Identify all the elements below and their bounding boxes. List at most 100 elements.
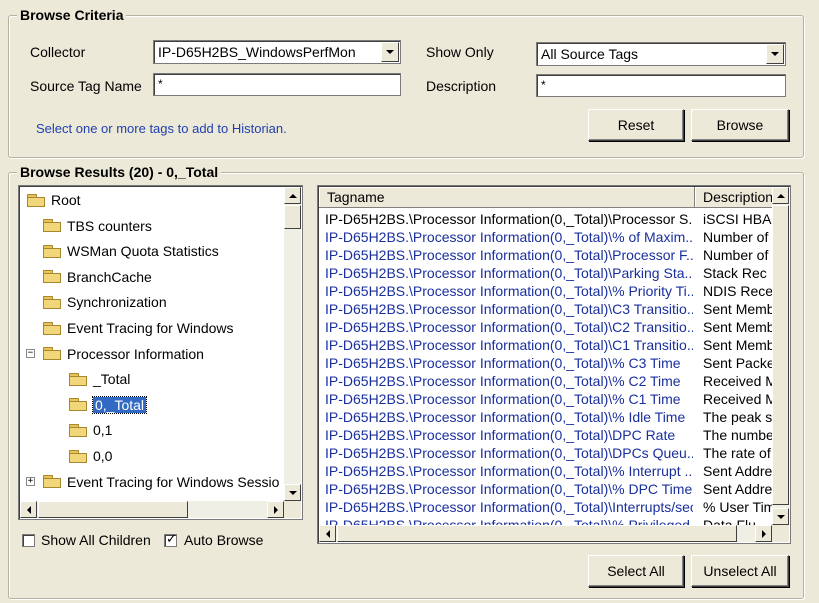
cell-tagname: IP-D65H2BS.\Processor Information(0,_Tot… [325, 247, 693, 263]
description-input[interactable]: * [536, 74, 786, 97]
table-row[interactable]: IP-D65H2BS.\Processor Information(0,_Tot… [319, 282, 773, 300]
cell-description: Number of [703, 247, 769, 263]
folder-icon [43, 270, 61, 284]
folder-icon [69, 398, 87, 412]
table-row[interactable]: IP-D65H2BS.\Processor Information(0,_Tot… [319, 354, 773, 372]
tree-item[interactable]: 0,_Total [69, 394, 148, 416]
grid-scroll-right-button[interactable] [755, 525, 772, 542]
show-all-children-label[interactable]: Show All Children [41, 531, 151, 549]
cell-tagname: IP-D65H2BS.\Processor Information(0,_Tot… [325, 391, 681, 407]
cell-tagname: IP-D65H2BS.\Processor Information(0,_Tot… [325, 445, 693, 461]
table-row[interactable]: IP-D65H2BS.\Processor Information(0,_Tot… [319, 408, 773, 426]
source-tag-name-input[interactable]: * [153, 73, 401, 96]
table-row[interactable]: IP-D65H2BS.\Processor Information(0,_Tot… [319, 264, 773, 282]
table-row[interactable]: IP-D65H2BS.\Processor Information(0,_Tot… [319, 498, 773, 516]
tree-panel[interactable]: Root TBS counters WSMan Quota Statistics Br… [18, 185, 303, 520]
tree-item[interactable]: Synchronization [43, 291, 167, 313]
tree-scroll-down-button[interactable] [284, 484, 301, 501]
tree-item[interactable]: Root [27, 189, 81, 211]
table-row[interactable]: IP-D65H2BS.\Processor Information(0,_Tot… [319, 336, 773, 354]
cell-tagname: IP-D65H2BS.\Processor Information(0,_Tot… [325, 301, 693, 317]
table-row[interactable]: IP-D65H2BS.\Processor Information(0,_Tot… [319, 246, 773, 264]
column-header-tagname[interactable]: Tagname [319, 187, 695, 207]
table-row[interactable]: IP-D65H2BS.\Processor Information(0,_Tot… [319, 480, 773, 498]
cell-description: Sent Addre [703, 481, 773, 497]
tree-scroll-thumb[interactable] [284, 205, 301, 229]
collector-select[interactable]: IP-D65H2BS_WindowsPerfMon [153, 40, 401, 64]
chevron-down-icon [386, 50, 394, 54]
column-header-description-label: Description [703, 189, 774, 205]
cell-description: The numbe [703, 427, 773, 443]
grid-horizontal-scrollbar[interactable] [319, 525, 772, 542]
tree-scroll-right-button[interactable] [267, 501, 284, 518]
collector-dropdown-button[interactable] [381, 42, 399, 62]
folder-icon [69, 449, 87, 463]
tree-scroll-up-button[interactable] [284, 187, 301, 204]
grid-scroll-up-button[interactable] [772, 187, 789, 204]
grid-scroll-thumb[interactable] [772, 205, 789, 505]
folder-icon [27, 193, 45, 207]
grid-scroll-down-button[interactable] [772, 508, 789, 525]
expand-icon[interactable]: + [26, 476, 35, 486]
tree-hscroll-thumb[interactable] [38, 501, 188, 518]
cell-tagname: IP-D65H2BS.\Processor Information(0,_Tot… [325, 499, 693, 515]
select-all-button[interactable]: Select All [588, 555, 684, 587]
results-grid[interactable]: Tagname Description IP-D65H2BS.\Processo… [317, 185, 791, 544]
unselect-all-button[interactable]: Unselect All [691, 555, 789, 587]
source-tag-name-label: Source Tag Name [30, 78, 142, 94]
auto-browse-checkbox[interactable]: ✓ [164, 531, 177, 547]
cell-tagname: IP-D65H2BS.\Processor Information(0,_Tot… [325, 211, 693, 227]
folder-icon [69, 423, 87, 437]
table-row[interactable]: IP-D65H2BS.\Processor Information(0,_Tot… [319, 426, 773, 444]
show-only-value: All Source Tags [541, 46, 639, 62]
grid-scroll-left-button[interactable] [319, 525, 336, 542]
tree-item[interactable]: + Event Tracing for Windows Sessio [26, 471, 279, 493]
table-row[interactable]: IP-D65H2BS.\Processor Information(0,_Tot… [319, 300, 773, 318]
table-row[interactable]: IP-D65H2BS.\Processor Information(0,_Tot… [319, 228, 773, 246]
cell-description: The peak s [703, 409, 773, 425]
arrow-left-icon [325, 529, 330, 538]
grid-hscroll-thumb[interactable] [337, 525, 737, 542]
cell-tagname: IP-D65H2BS.\Processor Information(0,_Tot… [325, 283, 693, 299]
tree-item[interactable]: _Total [69, 368, 130, 390]
browse-results-title: Browse Results (20) - 0,_Total [17, 163, 222, 181]
show-only-dropdown-button[interactable] [766, 44, 784, 64]
show-only-select[interactable]: All Source Tags [536, 42, 786, 66]
table-row[interactable]: IP-D65H2BS.\Processor Information(0,_Tot… [319, 318, 773, 336]
collapse-icon[interactable]: − [26, 348, 35, 358]
table-row[interactable]: IP-D65H2BS.\Processor Information(0,_Tot… [319, 462, 773, 480]
tree-scroll-left-button[interactable] [20, 501, 37, 518]
cell-description: Sent Memb [703, 337, 773, 353]
grid-scroll-corner [772, 525, 789, 542]
tree-item-label: TBS counters [67, 217, 152, 234]
tree-horizontal-scrollbar[interactable] [20, 501, 284, 518]
table-row[interactable]: IP-D65H2BS.\Processor Information(0,_Tot… [319, 390, 773, 408]
tree-item[interactable]: BranchCache [43, 266, 152, 288]
arrow-up-icon [288, 193, 297, 198]
tree-item[interactable]: − Processor Information [26, 343, 204, 365]
auto-browse-label[interactable]: Auto Browse [184, 531, 263, 549]
tree-item[interactable]: Event Tracing for Windows [43, 317, 234, 339]
tree-item-label: _Total [93, 371, 131, 388]
folder-icon [43, 219, 61, 233]
tree-item[interactable]: WSMan Quota Statistics [43, 240, 219, 262]
tree-item[interactable]: 0,1 [69, 419, 112, 441]
table-row[interactable]: IP-D65H2BS.\Processor Information(0,_Tot… [319, 444, 773, 462]
arrow-up-icon [776, 193, 785, 198]
cell-description: % User Tim [703, 499, 773, 515]
tree-vertical-scrollbar[interactable] [284, 187, 301, 501]
folder-icon [43, 295, 61, 309]
cell-description: Stack Rec [703, 265, 767, 281]
reset-button[interactable]: Reset [588, 109, 684, 141]
browse-button[interactable]: Browse [691, 109, 789, 141]
cell-description: Sent Memb [703, 301, 773, 317]
tree-item-label: Root [51, 192, 81, 208]
table-row[interactable]: IP-D65H2BS.\Processor Information(0,_Tot… [319, 210, 773, 228]
cell-description: Number of [703, 229, 769, 245]
table-row[interactable]: IP-D65H2BS.\Processor Information(0,_Tot… [319, 372, 773, 390]
tree-item[interactable]: TBS counters [43, 215, 152, 237]
tree-item[interactable]: 0,0 [69, 445, 112, 467]
show-all-children-checkbox[interactable] [22, 534, 35, 547]
chevron-down-icon [771, 52, 779, 56]
grid-vertical-scrollbar[interactable] [772, 187, 789, 525]
